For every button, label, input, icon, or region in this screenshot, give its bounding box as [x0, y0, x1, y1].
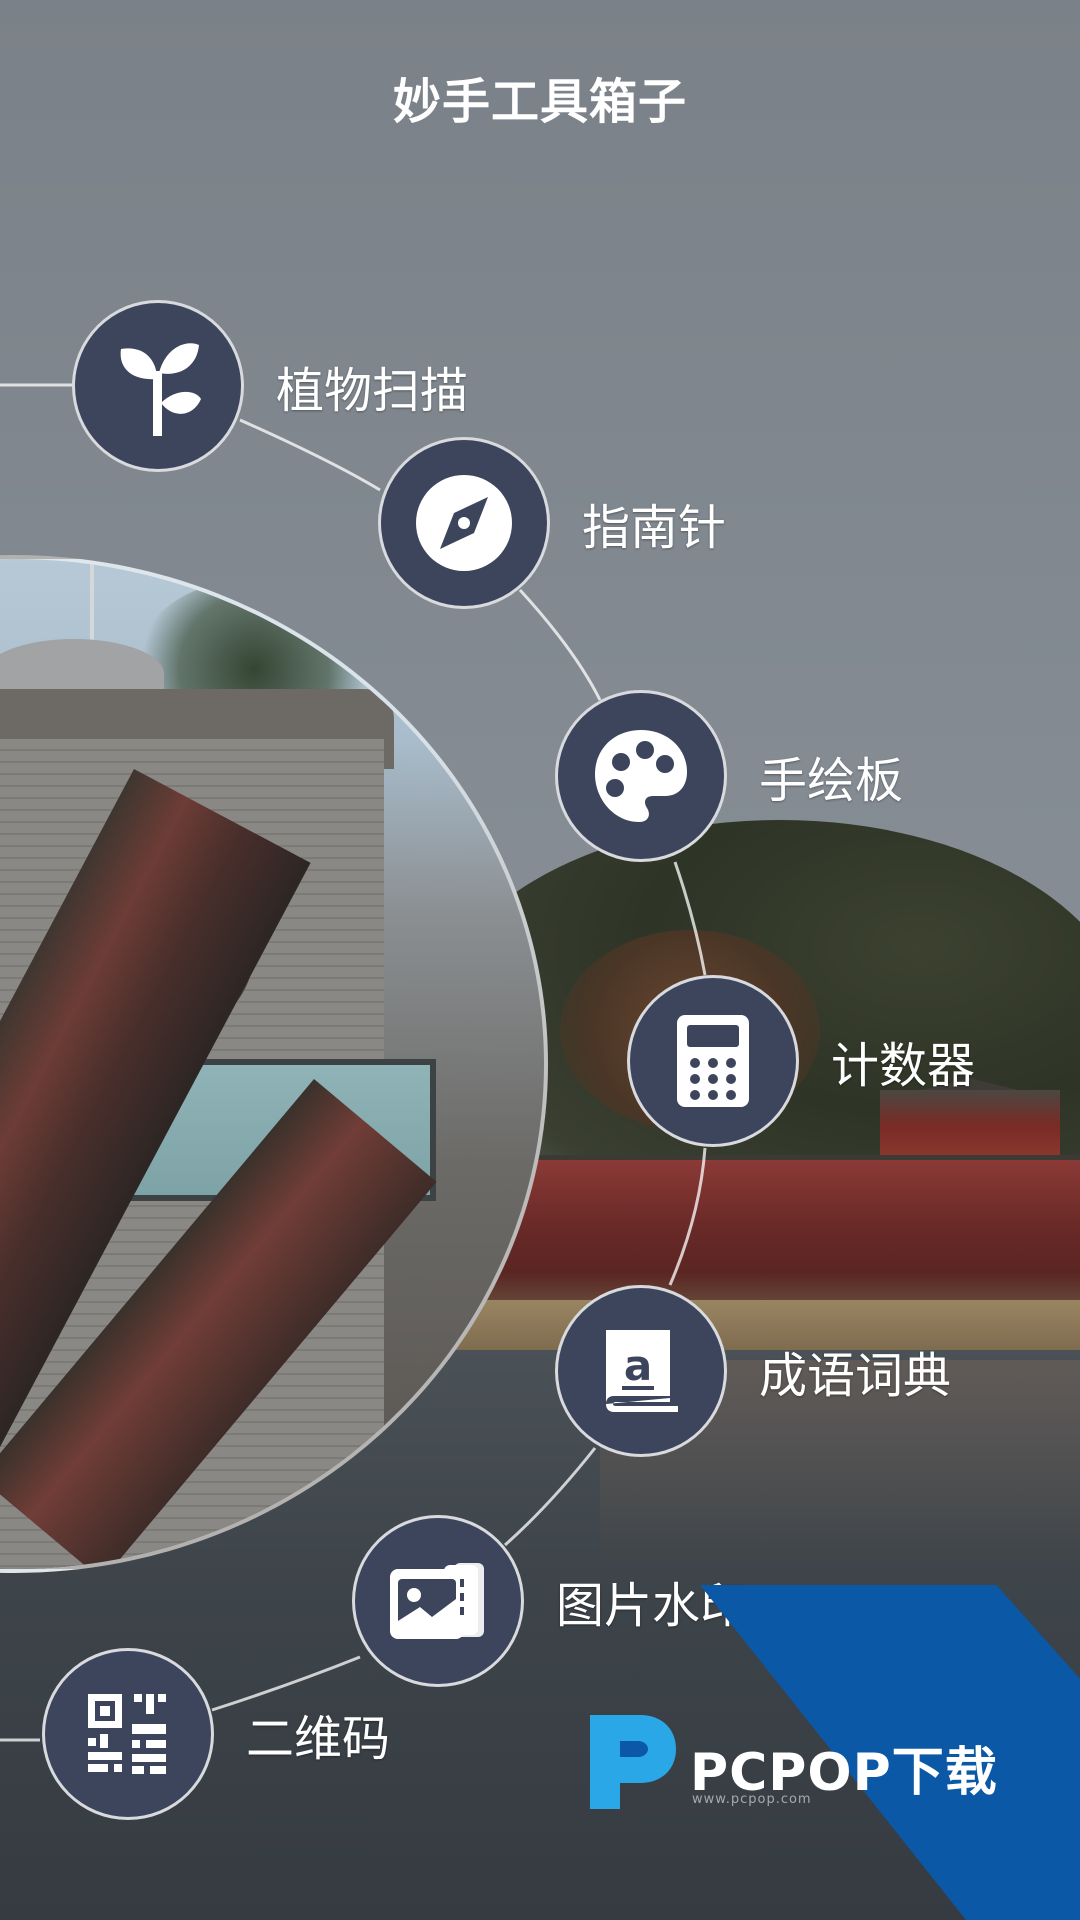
tool-drawing-board-label: 手绘板	[759, 753, 904, 809]
qr-code-icon	[88, 1694, 166, 1774]
tool-plant-scan-button[interactable]	[72, 300, 244, 472]
image-stack-icon	[390, 1563, 484, 1639]
app-screen: 妙手工具箱子 植物扫描 指南针 手绘板 计数器 a 成语词典 图片水印 二维码 …	[0, 0, 1080, 1920]
tool-compass-button[interactable]	[378, 437, 550, 609]
tool-qr-code-label: 二维码	[246, 1711, 391, 1767]
tool-compass[interactable]: 指南针	[378, 437, 726, 609]
tool-drawing-board-button[interactable]	[555, 690, 727, 862]
calculator-icon	[677, 1015, 749, 1107]
compass-icon	[416, 475, 512, 571]
pcpop-logo-icon	[590, 1715, 676, 1809]
tool-plant-scan-label: 植物扫描	[276, 363, 469, 419]
svg-text:a: a	[624, 1341, 652, 1390]
tool-idiom-dictionary-button[interactable]: a	[555, 1285, 727, 1457]
tool-counter-label: 计数器	[831, 1038, 976, 1094]
page-title: 妙手工具箱子	[392, 74, 687, 130]
dictionary-icon: a	[606, 1330, 678, 1412]
tool-idiom-dictionary[interactable]: a 成语词典	[555, 1285, 951, 1457]
tool-image-watermark[interactable]: 图片水印	[352, 1515, 748, 1687]
tool-idiom-dictionary-label: 成语词典	[759, 1348, 952, 1404]
photo-spire	[90, 559, 94, 649]
watermark-tagline: www.pcpop.com	[692, 1792, 812, 1807]
sprout-icon	[120, 343, 201, 436]
tool-qr-code[interactable]: 二维码	[42, 1648, 390, 1820]
tool-qr-code-button[interactable]	[42, 1648, 214, 1820]
tool-compass-label: 指南针	[582, 500, 727, 556]
tool-drawing-board[interactable]: 手绘板	[555, 690, 903, 862]
tool-counter[interactable]: 计数器	[627, 975, 975, 1147]
palette-icon	[595, 730, 687, 822]
tool-counter-button[interactable]	[627, 975, 799, 1147]
